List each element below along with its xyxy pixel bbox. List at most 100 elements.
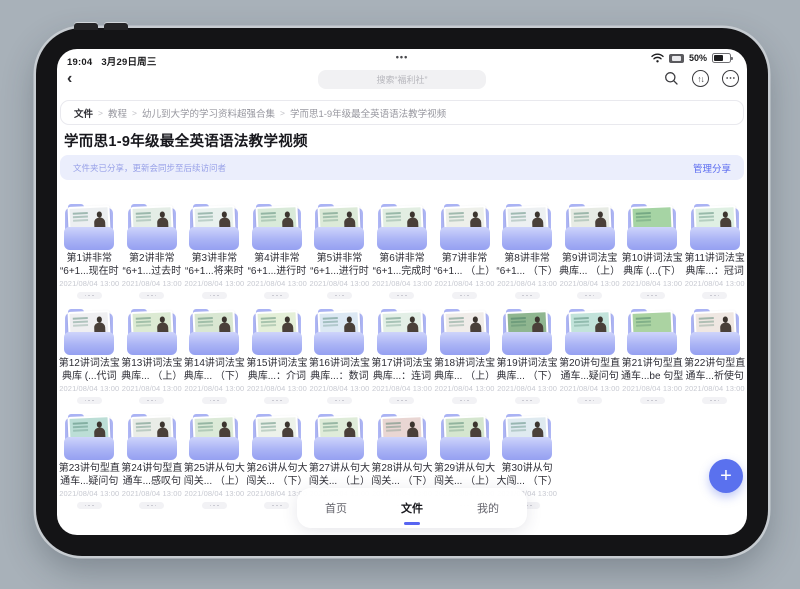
item-more-button[interactable] <box>702 397 727 404</box>
tab-home[interactable]: 首页 <box>323 496 349 520</box>
folder-name: 第15讲词法宝 典库...：介词 <box>246 357 307 383</box>
item-more-button[interactable] <box>515 292 540 299</box>
folder-item[interactable]: 第6讲非常 “6+1...完成时 2021/08/04 13:00 <box>371 201 434 306</box>
item-more-button[interactable] <box>264 397 289 404</box>
clock: 19:04 <box>67 57 92 68</box>
folder-item[interactable]: 第5讲非常 “6+1...进行时 2021/08/04 13:00 <box>308 201 371 306</box>
folder-name: 第27讲从句大 闯关... （上） <box>309 462 370 488</box>
folder-item[interactable]: 第21讲句型直 通车...be 句型 2021/08/04 13:00 <box>621 306 684 411</box>
breadcrumb-item[interactable]: 教程 <box>108 106 127 120</box>
item-more-button[interactable] <box>452 292 477 299</box>
folder-item[interactable]: 第10讲词法宝 典库 (...(下） 2021/08/04 13:00 <box>621 201 684 306</box>
presenter-figure <box>472 211 478 217</box>
folder-date: 2021/08/04 13:00 <box>122 489 182 498</box>
manage-share-link[interactable]: 管理分享 <box>693 161 731 175</box>
folder-item[interactable]: 第14讲词法宝 典库... （下） 2021/08/04 13:00 <box>183 306 246 411</box>
folder-item[interactable]: 第16讲词法宝 典库...：数词 2021/08/04 13:00 <box>308 306 371 411</box>
item-more-button[interactable] <box>139 502 164 509</box>
item-more-button[interactable] <box>577 292 602 299</box>
item-more-button[interactable] <box>264 502 289 509</box>
folder-item[interactable]: 第2讲非常 “6+1...过去时 2021/08/04 13:00 <box>121 201 184 306</box>
battery-icon <box>712 53 731 63</box>
plus-icon: + <box>720 466 732 486</box>
folder-name: 第8讲非常 “6+1... （下） <box>496 252 557 278</box>
add-button[interactable]: + <box>709 459 743 493</box>
folder-item[interactable]: 第24讲句型直 通车...感叹句 2021/08/04 13:00 <box>121 411 184 516</box>
breadcrumb-item-root[interactable]: 文件 <box>74 106 93 120</box>
item-more-button[interactable] <box>202 292 227 299</box>
folder-item[interactable]: 第9讲词法宝 典库... （上） 2021/08/04 13:00 <box>558 201 621 306</box>
volume-down-button <box>104 23 128 30</box>
presenter-figure <box>722 211 728 217</box>
folder-name: 第14讲词法宝 典库... （下） <box>184 357 245 383</box>
folder-item[interactable]: 第18讲词法宝 典库... （上） 2021/08/04 13:00 <box>433 306 496 411</box>
folder-item[interactable]: 第11讲词法宝 典库...：冠词 2021/08/04 13:00 <box>683 201 746 306</box>
folder-icon <box>312 414 366 460</box>
back-button[interactable]: ‹ <box>67 69 72 89</box>
breadcrumb-item-current[interactable]: 学而思1-9年级最全英语语法教学视频 <box>290 106 446 120</box>
folder-item[interactable]: 第7讲非常 “6+1... （上） 2021/08/04 13:00 <box>433 201 496 306</box>
more-options-icon[interactable]: ⋯ <box>722 70 739 87</box>
folder-item[interactable]: 第13讲词法宝 典库... （上） 2021/08/04 13:00 <box>121 306 184 411</box>
folder-icon <box>625 204 679 250</box>
item-more-button[interactable] <box>702 292 727 299</box>
item-more-button[interactable] <box>577 397 602 404</box>
item-more-button[interactable] <box>389 292 414 299</box>
search-icon[interactable] <box>664 71 679 86</box>
item-more-button[interactable] <box>202 502 227 509</box>
folder-icon <box>62 204 116 250</box>
folder-icon <box>375 414 429 460</box>
folder-item[interactable]: 第22讲句型直 通车...祈使句 2021/08/04 13:00 <box>683 306 746 411</box>
item-more-button[interactable] <box>640 292 665 299</box>
breadcrumb-item[interactable]: 幼儿到大学的学习资料超强合集 <box>142 106 275 120</box>
active-tab-underline <box>404 522 420 525</box>
item-more-button[interactable] <box>389 397 414 404</box>
item-more-button[interactable] <box>327 397 352 404</box>
folder-name: 第20讲句型直 通车...疑问句 <box>559 357 620 383</box>
item-more-button[interactable] <box>139 292 164 299</box>
folder-icon <box>438 309 492 355</box>
item-more-button[interactable] <box>202 397 227 404</box>
folder-item[interactable]: 第23讲句型直 通车...疑问句 2021/08/04 13:00 <box>58 411 121 516</box>
item-more-button[interactable] <box>264 292 289 299</box>
folder-item[interactable]: 第15讲词法宝 典库...：介词 2021/08/04 13:00 <box>246 306 309 411</box>
folder-name: 第7讲非常 “6+1... （上） <box>434 252 495 278</box>
status-badge-icon <box>669 54 684 63</box>
multitask-dots[interactable]: ••• <box>396 52 408 62</box>
presenter-figure <box>472 316 478 322</box>
folder-date: 2021/08/04 13:00 <box>59 279 119 288</box>
presenter-figure <box>409 421 415 427</box>
folder-item[interactable]: 第3讲非常 “6+1...将来时 2021/08/04 13:00 <box>183 201 246 306</box>
item-more-button[interactable] <box>640 397 665 404</box>
presenter-figure <box>597 211 603 217</box>
folder-icon <box>438 414 492 460</box>
folder-name: 第10讲词法宝 典库 (...(下） <box>622 252 683 278</box>
item-more-button[interactable] <box>139 397 164 404</box>
folder-date: 2021/08/04 13:00 <box>59 384 119 393</box>
folder-item[interactable]: 第25讲从句大 闯关... （上） 2021/08/04 13:00 <box>183 411 246 516</box>
item-more-button[interactable] <box>77 292 102 299</box>
item-more-button[interactable] <box>515 397 540 404</box>
folder-name: 第21讲句型直 通车...be 句型 <box>621 357 683 383</box>
folder-item[interactable]: 第8讲非常 “6+1... （下） 2021/08/04 13:00 <box>496 201 559 306</box>
folder-item[interactable]: 第17讲词法宝 典库...：连词 2021/08/04 13:00 <box>371 306 434 411</box>
item-more-button[interactable] <box>452 397 477 404</box>
search-input[interactable]: 搜索“福利社” <box>318 70 486 89</box>
folder-date: 2021/08/04 13:00 <box>309 279 369 288</box>
item-more-button[interactable] <box>77 502 102 509</box>
folder-item[interactable]: 第1讲非常 “6+1...现在时 2021/08/04 13:00 <box>58 201 121 306</box>
sort-icon[interactable]: ↑↓ <box>692 70 709 87</box>
folder-date: 2021/08/04 13:00 <box>122 279 182 288</box>
folder-item[interactable]: 第4讲非常 “6+1...进行时 2021/08/04 13:00 <box>246 201 309 306</box>
item-more-button[interactable] <box>77 397 102 404</box>
item-more-button[interactable] <box>327 292 352 299</box>
search-placeholder: 搜索“福利社” <box>377 73 428 86</box>
folder-item[interactable]: 第12讲词法宝 典库 (...代词 2021/08/04 13:00 <box>58 306 121 411</box>
folder-item[interactable]: 第20讲句型直 通车...疑问句 2021/08/04 13:00 <box>558 306 621 411</box>
tab-mine[interactable]: 我的 <box>475 496 501 520</box>
folder-icon <box>125 309 179 355</box>
presenter-figure <box>347 316 353 322</box>
folder-item[interactable]: 第19讲词法宝 典库... （下） 2021/08/04 13:00 <box>496 306 559 411</box>
tab-files[interactable]: 文件 <box>399 496 425 520</box>
folder-date: 2021/08/04 13:00 <box>622 279 682 288</box>
